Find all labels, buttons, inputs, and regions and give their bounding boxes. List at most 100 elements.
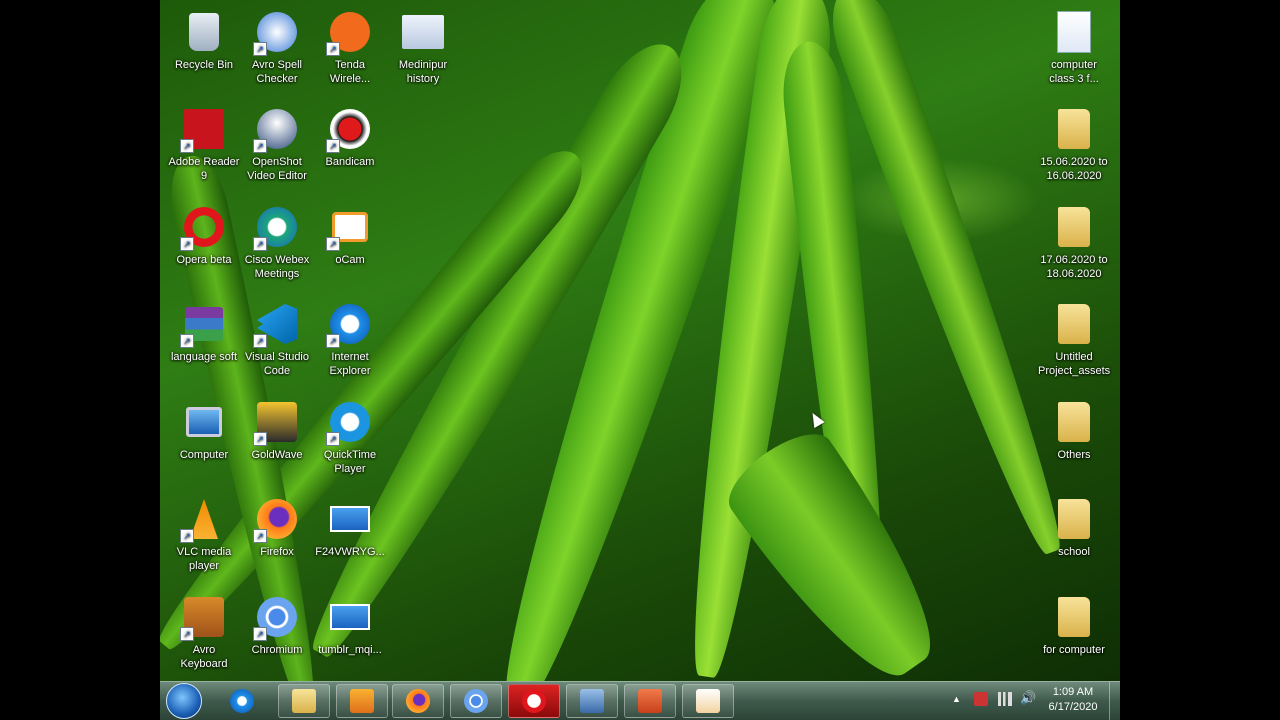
desktop-icon-item[interactable]: ↗ QuickTime Player — [312, 394, 388, 486]
desktop-icon-item[interactable]: Recycle Bin — [166, 4, 242, 96]
desktop-icon-item[interactable]: ↗ Avro Spell Checker — [239, 4, 315, 96]
desktop-icon-item[interactable]: for computer — [1036, 589, 1112, 681]
shortcut-arrow-icon: ↗ — [180, 237, 194, 251]
desktop-icon-label: school — [1058, 546, 1090, 558]
desktop-icon-item[interactable]: ↗ language soft — [166, 296, 242, 388]
volume-icon[interactable]: 🔊 — [1020, 690, 1036, 706]
desktop-icon-label: oCam — [335, 254, 365, 266]
desktop-icon-item[interactable]: Others — [1036, 394, 1112, 486]
firefox-icon: ↗ — [253, 497, 299, 543]
desktop-icon-item[interactable]: Medinipur history — [385, 4, 461, 96]
desktop-icon-item[interactable]: Untitled Project_assets — [1036, 296, 1112, 388]
desktop-icon-item[interactable]: ↗ Visual Studio Code — [239, 296, 315, 388]
desktop-icon-label: 17.06.2020 to 18.06.2020 — [1040, 254, 1108, 280]
taskbar-button-firefox[interactable] — [392, 684, 444, 718]
desktop-icon-item[interactable]: tumblr_mqi... — [312, 589, 388, 681]
taskbar-button-opera[interactable] — [508, 684, 560, 718]
desktop-icon-label: Tenda Wirele... — [329, 59, 371, 85]
desktop-icon-label: Bandicam — [325, 156, 375, 168]
taskbar: ▲ 🔊 1:09 AM 6/17/2020 — [160, 681, 1120, 720]
desktop-icon-item[interactable]: ↗ Avro Keyboard — [166, 589, 242, 681]
desktop-icon-label: VLC media player — [176, 546, 232, 572]
desktop-icon-item[interactable]: 15.06.2020 to 16.06.2020 — [1036, 101, 1112, 193]
desktop-icon-item[interactable]: Computer — [166, 394, 242, 486]
taskbar-button-chromium[interactable] — [450, 684, 502, 718]
internet-explorer-icon — [230, 689, 254, 713]
media-player-icon — [350, 689, 374, 713]
desktop-icon-label: Medinipur history — [398, 59, 448, 85]
action-center-flag-icon[interactable] — [974, 692, 988, 706]
desktop-icon-label: F24VWRYG... — [315, 546, 385, 558]
chromium-icon: ↗ — [253, 595, 299, 641]
taskbar-button-media-player[interactable] — [336, 684, 388, 718]
desktop-icon-item[interactable]: ↗ Opera beta — [166, 199, 242, 291]
shortcut-arrow-icon: ↗ — [253, 529, 267, 543]
folder-icon-glyph — [1058, 597, 1090, 637]
shortcut-arrow-icon: ↗ — [326, 237, 340, 251]
shortcut-arrow-icon: ↗ — [253, 432, 267, 446]
powerpoint-file-icon — [401, 10, 445, 54]
taskbar-button-internet-explorer[interactable] — [216, 684, 268, 718]
vscode-icon: ↗ — [253, 302, 299, 348]
show-desktop-button[interactable] — [1109, 682, 1120, 720]
shortcut-arrow-icon: ↗ — [326, 42, 340, 56]
desktop-icon-label: 15.06.2020 to 16.06.2020 — [1040, 156, 1108, 182]
desktop-icon-item[interactable]: 17.06.2020 to 18.06.2020 — [1036, 199, 1112, 291]
shortcut-arrow-icon: ↗ — [180, 139, 194, 153]
desktop-icon-item[interactable]: ↗ Bandicam — [312, 101, 388, 193]
desktop-icon-item[interactable]: school — [1036, 491, 1112, 583]
desktop-icon-item[interactable]: computer class 3 f... — [1036, 4, 1112, 96]
tenda-wireless-icon: ↗ — [326, 10, 372, 56]
folder-icon-glyph — [1058, 109, 1090, 149]
folder-icon-glyph — [1058, 207, 1090, 247]
desktop-icon-item[interactable]: ↗ Internet Explorer — [312, 296, 388, 388]
desktop-icon-label: Internet Explorer — [329, 351, 371, 377]
desktop-icon-item[interactable]: ↗ Tenda Wirele... — [312, 4, 388, 96]
folder-icon-glyph — [1058, 499, 1090, 539]
taskbar-button-ocam[interactable] — [682, 684, 734, 718]
desktop-icon-label: Firefox — [260, 546, 294, 558]
taskbar-button-explorer-folder[interactable] — [278, 684, 330, 718]
desktop: Recycle Bin ↗ Avro Spell Checker ↗ Tenda Wir… — [160, 0, 1120, 720]
avro-keyboard-icon: ↗ — [180, 595, 226, 641]
clock-date: 6/17/2020 — [1048, 701, 1098, 713]
desktop-icon-item[interactable]: ↗ OpenShot Video Editor — [239, 101, 315, 193]
desktop-icon-item[interactable]: ↗ VLC media player — [166, 491, 242, 583]
network-icon[interactable] — [998, 692, 1012, 706]
desktop-icon-label: Adobe Reader 9 — [168, 156, 240, 182]
desktop-icon-item[interactable]: ↗ Firefox — [239, 491, 315, 583]
image-file-icon — [328, 595, 372, 639]
desktop-icon-item[interactable]: F24VWRYG... — [312, 491, 388, 583]
shortcut-arrow-icon: ↗ — [253, 139, 267, 153]
shortcut-arrow-icon: ↗ — [253, 334, 267, 348]
image-file-icon — [328, 497, 372, 541]
taskbar-button-powerpoint[interactable] — [624, 684, 676, 718]
ocam-icon: ↗ — [326, 205, 372, 251]
desktop-icon-item[interactable]: ↗ GoldWave — [239, 394, 315, 486]
desktop-icon-label: OpenShot Video Editor — [247, 156, 307, 182]
clock[interactable]: 1:09 AM 6/17/2020 — [1038, 686, 1108, 713]
folder-icon-glyph — [1058, 402, 1090, 442]
desktop-icon-label: QuickTime Player — [323, 449, 377, 475]
winrar-icon: ↗ — [180, 302, 226, 348]
taskbar-button-control-panel[interactable] — [566, 684, 618, 718]
desktop-icon-item[interactable]: ↗ Chromium — [239, 589, 315, 681]
shortcut-arrow-icon: ↗ — [253, 42, 267, 56]
adobe-reader-icon: ↗ — [180, 107, 226, 153]
desktop-icon-item[interactable]: ↗ oCam — [312, 199, 388, 291]
desktop-icon-label: computer class 3 f... — [1049, 59, 1099, 85]
folder-icon — [1052, 400, 1096, 444]
show-hidden-icons-icon[interactable]: ▲ — [952, 694, 961, 704]
folder-icon-glyph — [1058, 304, 1090, 344]
desktop-icon-item[interactable]: ↗ Adobe Reader 9 — [166, 101, 242, 193]
recycle-bin-icon-glyph — [189, 13, 219, 51]
webex-icon: ↗ — [253, 205, 299, 251]
folder-icon — [1052, 302, 1096, 346]
start-button[interactable] — [166, 683, 202, 719]
desktop-icon-item[interactable]: ↗ Cisco Webex Meetings — [239, 199, 315, 291]
desktop-icon-label: Visual Studio Code — [244, 351, 309, 377]
desktop-icon-label: tumblr_mqi... — [318, 644, 382, 656]
shortcut-arrow-icon: ↗ — [253, 627, 267, 641]
shortcut-arrow-icon: ↗ — [253, 237, 267, 251]
folder-icon — [1052, 595, 1096, 639]
